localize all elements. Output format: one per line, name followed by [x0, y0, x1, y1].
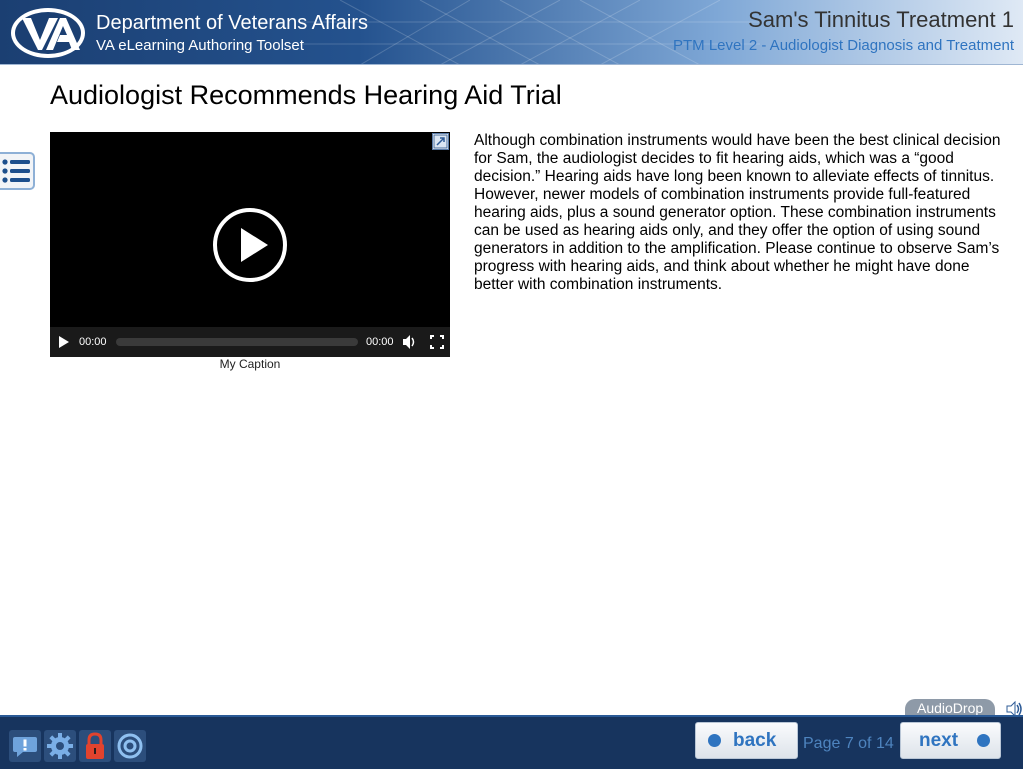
volume-icon	[403, 335, 415, 349]
volume-button[interactable]	[402, 327, 418, 357]
va-logo	[11, 8, 85, 58]
play-icon	[59, 336, 69, 348]
course-window: Department of Veterans Affairs VA eLearn…	[0, 0, 1023, 769]
menu-toggle-button[interactable]	[0, 152, 35, 190]
play-pause-button[interactable]	[58, 327, 72, 357]
settings-icon	[44, 730, 76, 762]
settings-button[interactable]	[44, 730, 76, 762]
page-body-text: Although combination instruments would h…	[474, 132, 1001, 293]
lock-button[interactable]	[79, 730, 111, 762]
course-subtitle: PTM Level 2 - Audiologist Diagnosis and …	[672, 37, 1014, 54]
popout-button[interactable]	[432, 133, 449, 150]
back-button-label: back	[733, 730, 777, 751]
popout-icon	[433, 134, 448, 149]
current-time: 00:00	[79, 336, 107, 348]
seek-bar[interactable]	[116, 338, 358, 346]
duration-time: 00:00	[366, 336, 394, 348]
footer-bar: back Page 7 of 14 next	[0, 715, 1023, 769]
play-icon[interactable]	[212, 207, 288, 283]
fullscreen-button[interactable]	[429, 327, 445, 357]
video-controls: 00:00 00:00	[50, 327, 450, 357]
department-name: Department of Veterans Affairs	[96, 12, 369, 34]
help-button[interactable]	[9, 730, 41, 762]
target-icon	[114, 730, 146, 762]
menu-list-icon	[2, 159, 30, 183]
toolset-name: VA eLearning Authoring Toolset	[96, 37, 304, 54]
video-caption: My Caption	[219, 357, 281, 371]
video-player[interactable]: 00:00 00:00	[50, 132, 450, 357]
chevron-left-icon	[708, 734, 721, 747]
page-indicator: Page 7 of 14	[803, 735, 894, 752]
header-banner: Department of Veterans Affairs VA eLearn…	[0, 0, 1023, 65]
fullscreen-icon	[430, 335, 444, 349]
target-button[interactable]	[114, 730, 146, 762]
next-button[interactable]: next	[900, 722, 1001, 759]
back-button[interactable]: back	[695, 722, 798, 759]
next-button-label: next	[919, 730, 959, 751]
course-title: Sam's Tinnitus Treatment 1	[748, 7, 1014, 32]
page-title: Audiologist Recommends Hearing Aid Trial	[50, 80, 562, 110]
help-icon	[9, 730, 41, 762]
lock-icon	[79, 730, 111, 762]
chevron-right-icon	[977, 734, 990, 747]
